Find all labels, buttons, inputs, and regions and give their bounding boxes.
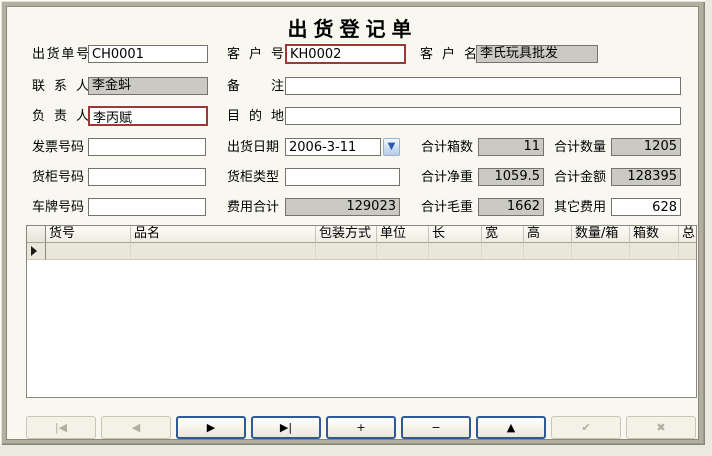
invoice-no-label: 发票号码 (32, 140, 85, 155)
nav-cancel-button[interactable]: ✖ (626, 416, 696, 439)
remark-input[interactable] (285, 77, 681, 95)
container-type-input[interactable] (285, 168, 400, 186)
invoice-no-input[interactable] (88, 138, 206, 156)
order-no-label: 出货单号 (32, 47, 89, 62)
total-net-field: 1059.5 (478, 168, 544, 186)
ship-date-label: 出货日期 (227, 140, 280, 155)
nav-next-button[interactable]: ▶ (176, 416, 246, 439)
expense-total-label: 费用合计 (227, 200, 280, 215)
detail-grid: 货号 品名 包装方式 单位 长 宽 高 数量/箱 箱数 总 (26, 225, 697, 398)
grid-cell[interactable] (429, 243, 482, 260)
page-title: 出货登记单 (287, 17, 418, 41)
order-no-input[interactable] (88, 45, 208, 63)
ship-date-input[interactable] (285, 138, 381, 156)
grid-selector-header (27, 226, 46, 243)
grid-col-length: 长 (429, 226, 482, 243)
customer-name-field: 李氏玩具批发 (476, 45, 598, 63)
container-type-label: 货柜类型 (227, 170, 280, 185)
total-qty-field: 1205 (611, 138, 681, 156)
destination-label: 目 的 地 (227, 109, 284, 124)
remark-label: 备 注 (227, 79, 284, 94)
nav-delete-button[interactable]: − (401, 416, 471, 439)
plate-no-input[interactable] (88, 198, 206, 216)
nav-first-button[interactable]: |◀ (26, 416, 96, 439)
current-row-indicator (27, 243, 46, 260)
plate-no-label: 车牌号码 (32, 200, 85, 215)
customer-no-label: 客 户 号 (227, 47, 284, 62)
grid-current-row[interactable] (27, 243, 696, 260)
total-boxes-field: 11 (478, 138, 544, 156)
manager-input[interactable] (88, 106, 208, 126)
row-arrow-icon (31, 246, 37, 256)
grid-col-product: 品名 (131, 226, 316, 243)
customer-name-label: 客 户 名 (420, 47, 477, 62)
nav-last-button[interactable]: ▶| (251, 416, 321, 439)
contact-field: 李金蚪 (88, 77, 208, 95)
grid-cell[interactable] (377, 243, 429, 260)
ship-date-dropdown-button[interactable]: ▼ (383, 138, 400, 156)
destination-input[interactable] (285, 107, 681, 125)
grid-cell[interactable] (316, 243, 377, 260)
total-amount-label: 合计金额 (554, 170, 607, 185)
contact-label: 联 系 人 (32, 79, 89, 94)
grid-cell[interactable] (131, 243, 316, 260)
grid-col-total: 总 (679, 226, 696, 243)
grid-cell[interactable] (572, 243, 630, 260)
grid-col-height: 高 (524, 226, 572, 243)
total-amount-field: 128395 (611, 168, 681, 186)
expense-total-field: 129023 (285, 198, 400, 216)
manager-label: 负 责 人 (32, 109, 89, 124)
grid-col-item-no: 货号 (46, 226, 131, 243)
grid-col-packing: 包装方式 (316, 226, 377, 243)
other-expense-label: 其它费用 (554, 200, 607, 215)
other-expense-input[interactable] (611, 198, 681, 216)
grid-header-row: 货号 品名 包装方式 单位 长 宽 高 数量/箱 箱数 总 (27, 226, 696, 243)
nav-edit-button[interactable]: ▲ (476, 416, 546, 439)
container-no-input[interactable] (88, 168, 206, 186)
shipping-registration-window: 出货登记单 出货单号 客 户 号 客 户 名 李氏玩具批发 联 系 人 李金蚪 … (0, 0, 712, 456)
grid-cell[interactable] (524, 243, 572, 260)
total-net-label: 合计净重 (421, 170, 474, 185)
total-boxes-label: 合计箱数 (421, 140, 474, 155)
grid-cell[interactable] (630, 243, 679, 260)
grid-cell[interactable] (482, 243, 524, 260)
total-gross-field: 1662 (478, 198, 544, 216)
nav-prior-button[interactable]: ◀ (101, 416, 171, 439)
grid-col-width: 宽 (482, 226, 524, 243)
grid-cell[interactable] (679, 243, 696, 260)
grid-cell[interactable] (46, 243, 131, 260)
total-qty-label: 合计数量 (554, 140, 607, 155)
nav-post-button[interactable]: ✔ (551, 416, 621, 439)
customer-no-input[interactable] (285, 44, 406, 64)
container-no-label: 货柜号码 (32, 170, 85, 185)
nav-insert-button[interactable]: + (326, 416, 396, 439)
grid-col-unit: 单位 (377, 226, 429, 243)
grid-col-boxes: 箱数 (630, 226, 679, 243)
grid-col-qty-per-box: 数量/箱 (572, 226, 630, 243)
total-gross-label: 合计毛重 (421, 200, 474, 215)
